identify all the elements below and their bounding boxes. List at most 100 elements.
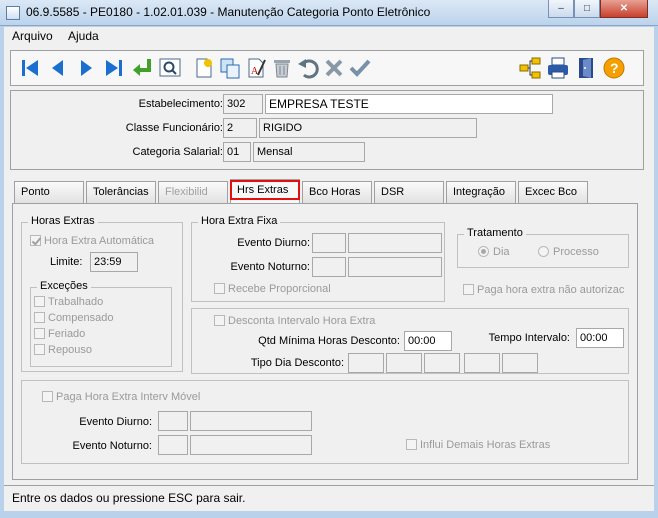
horas-extras-title: Horas Extras [28,215,98,227]
limite-field[interactable]: 23:59 [90,252,138,272]
tipo-dia-desconto-label: Tipo Dia Desconto: [250,357,344,369]
paga-hora-extra-nao-autorizada-checkbox[interactable]: Paga hora extra não autorizac [463,284,624,296]
tipo-dia-field-1[interactable] [348,353,384,373]
categoria-salarial-label: Categoria Salarial: [132,146,224,158]
tipo-dia-field-5[interactable] [502,353,538,373]
excecao-trabalhado-checkbox[interactable]: Trabalhado [34,296,103,308]
tab-tolerancias[interactable]: Tolerâncias [86,181,156,203]
checkbox-box [463,284,474,295]
delete-record-icon[interactable] [269,55,295,81]
movel-evento-diurno-desc-field [190,411,312,431]
print-icon[interactable] [545,55,571,81]
svg-text:?: ? [610,60,619,76]
hora-extra-fixa-title: Hora Extra Fixa [198,215,281,227]
estabelecimento-label: Estabelecimento: [138,98,223,110]
hora-extra-automatica-label: Hora Extra Automática [44,235,155,247]
maximize-button[interactable]: □ [574,0,600,18]
minimize-button[interactable]: – [548,0,574,18]
confirm-icon[interactable] [347,55,373,81]
close-button[interactable]: ✕ [600,0,648,18]
hora-extra-automatica-checkbox[interactable]: Hora Extra Automática [30,235,154,247]
feriado-label: Feriado [48,328,86,340]
tab-integracao[interactable]: Integração [446,181,516,203]
tab-hrs-extras[interactable]: Hrs Extras [230,179,300,203]
tab-flexibilid[interactable]: Flexibilid [158,181,228,203]
hora-extra-fixa-group: Hora Extra Fixa Evento Diurno: Evento No… [191,215,445,302]
undo-icon[interactable] [295,55,321,81]
fixa-evento-noturno-desc-field [348,257,442,277]
exit-icon[interactable] [573,55,599,81]
tipo-dia-field-4[interactable] [464,353,500,373]
categoria-code-field[interactable]: 01 [223,142,251,162]
estabelecimento-code-field[interactable]: 302 [223,94,263,114]
edit-record-icon[interactable]: A [243,55,269,81]
zoom-icon[interactable] [157,55,183,81]
compensado-label: Compensado [48,312,114,324]
paga-hora-extra-interv-movel-checkbox[interactable]: Paga Hora Extra Interv Móvel [42,391,200,403]
classe-name-field: RIGIDO [259,118,477,138]
dia-label: Dia [493,246,510,258]
fixa-evento-noturno-label: Evento Noturno: [230,261,311,273]
excecao-feriado-checkbox[interactable]: Feriado [34,328,85,340]
tipo-dia-field-2[interactable] [386,353,422,373]
fixa-evento-diurno-label: Evento Diurno: [237,237,310,249]
checkbox-box [214,283,225,294]
tab-excec-bco[interactable]: Excec Bco [518,181,588,203]
checkbox-box [34,296,45,307]
hrs-extras-panel: Horas Extras Hora Extra Automática Limit… [12,203,638,480]
qtd-minima-field[interactable]: 00:00 [404,331,452,351]
recebe-proporcional-checkbox[interactable]: Recebe Proporcional [214,283,331,295]
menu-bar: Arquivo Ajuda [4,27,654,45]
new-record-icon[interactable] [191,55,217,81]
help-icon[interactable]: ? [601,55,627,81]
excecao-compensado-checkbox[interactable]: Compensado [34,312,113,324]
movel-evento-noturno-code-field[interactable] [158,435,188,455]
tratamento-dia-radio[interactable]: Dia [478,246,510,258]
movel-evento-noturno-desc-field [190,435,312,455]
interv-movel-group: Paga Hora Extra Interv Móvel Evento Diur… [21,380,629,464]
client-area: A ? Estabelecimento: 302 EMPRESA TESTE C… [4,45,654,511]
tab-ponto[interactable]: Ponto [14,181,84,203]
tratamento-title: Tratamento [464,227,526,239]
tratamento-processo-radio[interactable]: Processo [538,246,599,258]
influi-demais-horas-extras-checkbox[interactable]: Influi Demais Horas Extras [406,439,550,451]
return-icon[interactable] [129,55,155,81]
desconta-intervalo-checkbox[interactable]: Desconta Intervalo Hora Extra [214,315,375,327]
influi-label: Influi Demais Horas Extras [420,439,551,451]
menu-ajuda[interactable]: Ajuda [68,29,99,43]
copy-record-icon[interactable] [217,55,243,81]
tab-highlight [230,180,300,200]
limite-label: Limite: [50,256,83,268]
tree-icon[interactable] [517,55,543,81]
checkbox-box [30,235,41,246]
svg-text:A: A [251,66,259,77]
radio-dot [538,246,549,257]
movel-evento-diurno-label: Evento Diurno: [79,416,152,428]
tempo-intervalo-field[interactable]: 00:00 [576,328,624,348]
menu-arquivo[interactable]: Arquivo [12,29,53,43]
interv-movel-label: Paga Hora Extra Interv Móvel [56,391,201,403]
first-record-icon[interactable] [17,55,43,81]
previous-record-icon[interactable] [45,55,71,81]
excecao-repouso-checkbox[interactable]: Repouso [34,344,92,356]
title-bar: 06.9.5585 - PE0180 - 1.02.01.039 - Manut… [0,0,658,26]
header-box: Estabelecimento: 302 EMPRESA TESTE Class… [10,90,644,170]
radio-dot [478,246,489,257]
fixa-evento-noturno-code-field[interactable] [312,257,346,277]
cancel-icon[interactable] [321,55,347,81]
toolbar: A ? [10,50,644,86]
last-record-icon[interactable] [101,55,127,81]
fixa-evento-diurno-code-field[interactable] [312,233,346,253]
next-record-icon[interactable] [73,55,99,81]
qtd-minima-label: Qtd Mínima Horas Desconto: [258,335,400,347]
classe-code-field[interactable]: 2 [223,118,257,138]
tab-dsr[interactable]: DSR [374,181,444,203]
tipo-dia-field-3[interactable] [424,353,460,373]
tab-bco-horas[interactable]: Bco Horas [302,181,372,203]
recebe-proporcional-label: Recebe Proporcional [228,283,331,295]
status-bar: Entre os dados ou pressione ESC para sai… [4,485,654,511]
classe-funcionario-label: Classe Funcionário: [125,122,223,134]
movel-evento-noturno-label: Evento Noturno: [72,440,153,452]
fixa-evento-diurno-desc-field [348,233,442,253]
movel-evento-diurno-code-field[interactable] [158,411,188,431]
